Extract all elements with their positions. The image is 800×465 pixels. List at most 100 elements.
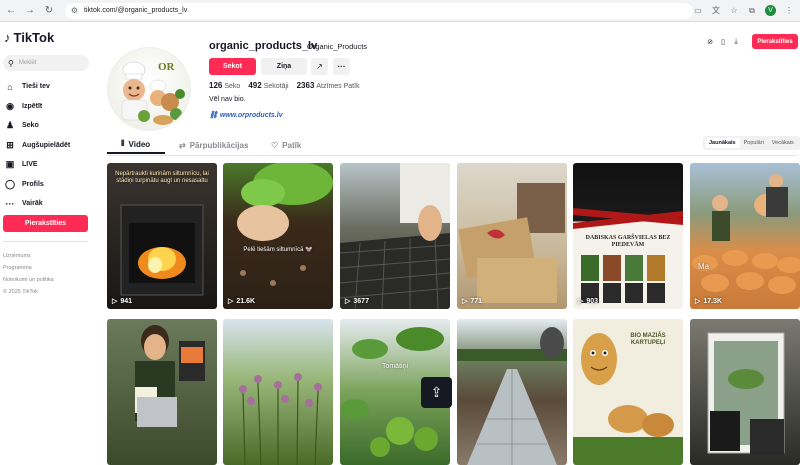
sidebar-item-label: Seko [22, 122, 39, 130]
address-bar[interactable]: ⚙ tiktok.com/@organic_products_lv [64, 2, 693, 19]
back-icon[interactable]: ← [3, 3, 19, 19]
coins-icon[interactable]: ⊘ [706, 38, 714, 46]
tab-videos[interactable]: ⦀ Video [107, 136, 165, 154]
sidebar-nav: ⌂ Tieši tev ◉ Izpētīt ♟ Seko ⊞ Augšupielādēt… [4, 77, 70, 214]
profile-more-button[interactable]: ··· [333, 58, 350, 75]
share-profile-button[interactable]: ↗ [311, 58, 328, 75]
browser-menu-icon[interactable]: ⋮ [784, 6, 794, 15]
tab-liked[interactable]: ♡ Patīk [261, 136, 321, 154]
explore-icon: ◉ [6, 100, 14, 111]
tab-label: Patīk [282, 140, 302, 150]
video-thumbnail [135, 325, 205, 427]
sort-selector: Jaunākais Populāri Vecākais [703, 136, 800, 150]
stat-value: 126 [209, 81, 223, 90]
sidebar-footer: Uzņēmums Programma Noteikumi un politika… [3, 250, 54, 298]
follow-button[interactable]: Sekot [209, 58, 256, 75]
sidebar-login-button[interactable]: Pierakstīties [3, 215, 88, 232]
footer-link-program[interactable]: Programma [3, 262, 54, 274]
bookmark-star-icon[interactable]: ☆ [729, 6, 739, 15]
view-count: ▷ 941 [112, 297, 132, 306]
video-tile[interactable] [107, 319, 217, 465]
sidebar-item-more[interactable]: ··· Vairāk [4, 194, 70, 214]
sidebar-item-label: Izpētīt [22, 102, 43, 110]
sidebar-item-label: LIVE [22, 161, 38, 169]
chef-logo-image: OR [121, 61, 185, 125]
live-icon: ▣ [5, 159, 15, 170]
site-info-icon[interactable]: ⚙ [71, 6, 78, 15]
video-tile[interactable]: Nepārtraukti kurinām siltumnīcu, lai stā… [107, 163, 217, 309]
sidebar-item-live[interactable]: ▣ LIVE [4, 155, 70, 175]
forward-icon[interactable]: → [22, 3, 38, 19]
profile-stats: 126 Seko 492 Sekotāji 2363 Atzīmes Patīk [209, 81, 360, 90]
tab-reposts[interactable]: ⇄ Pārpublikācijas [165, 136, 261, 154]
profile-website-link[interactable]: ⛓ www.orproducts.lv [209, 111, 283, 119]
video-tile[interactable]: Ma ▷ 17.3K [690, 163, 800, 309]
tiktok-logo[interactable]: ♪ TikTok [4, 30, 54, 45]
link-icon: ⛓ [209, 112, 218, 119]
sidebar: ♪ TikTok ⚲ Meklēt ⌂ Tieši tev ◉ Izpētīt ♟ S… [0, 22, 96, 428]
video-tile[interactable]: DABISKAS GARŠVIELAS BEZ PIEDEVĀM ▷ 903 [573, 163, 683, 309]
translate-icon[interactable]: 文 [711, 5, 721, 16]
browser-toolbar: ← → ↻ ⚙ tiktok.com/@organic_products_lv … [0, 0, 800, 22]
header-login-button[interactable]: Pierakstīties [752, 34, 798, 49]
sort-popular[interactable]: Populāri [740, 138, 768, 148]
stat-following[interactable]: 126 Seko [209, 81, 240, 90]
search-input[interactable]: ⚲ Meklēt [3, 55, 89, 71]
sidebar-item-for-you[interactable]: ⌂ Tieši tev [4, 77, 70, 97]
video-caption: Tomātiņi [381, 363, 409, 370]
app-download-icon: ⇪ [430, 384, 443, 400]
footer-copyright: © 2025 TikTok [3, 289, 38, 295]
sidebar-item-explore[interactable]: ◉ Izpētīt [4, 97, 70, 117]
video-tile[interactable]: BIO MAZIĀS KARTUPEĻI [573, 319, 683, 465]
video-tile[interactable] [457, 319, 567, 465]
video-tile[interactable] [223, 319, 333, 465]
tiktok-note-icon: ♪ [4, 30, 11, 45]
video-tile[interactable]: ▷ 771 [457, 163, 567, 309]
logo-text: TikTok [13, 30, 55, 45]
play-icon: ▷ [112, 298, 118, 305]
get-app-button[interactable]: ⇪ [421, 377, 452, 408]
repost-icon: ⇄ [179, 140, 186, 150]
reload-icon[interactable]: ↻ [41, 3, 57, 19]
play-icon: ▷ [462, 298, 468, 305]
browser-profile-avatar[interactable]: V [765, 5, 776, 16]
view-count-value: 903 [586, 297, 599, 305]
sidebar-item-upload[interactable]: ⊞ Augšupielādēt [4, 136, 70, 156]
tabs-divider [107, 155, 797, 156]
video-caption: Nepārtraukti kurinām siltumnīcu, lai stā… [115, 171, 209, 184]
profile-icon: ◯ [4, 178, 16, 189]
view-count-value: 771 [470, 297, 483, 305]
more-horizontal-icon: ··· [337, 62, 346, 71]
stat-followers[interactable]: 492 Sekotāji [248, 81, 288, 90]
home-icon: ⌂ [7, 81, 13, 92]
video-tile[interactable]: ▷ 3677 [340, 163, 450, 309]
sidebar-divider [3, 241, 88, 242]
download-icon[interactable]: ⤓ [732, 38, 740, 46]
sidebar-item-profile[interactable]: ◯ Profils [4, 175, 70, 195]
stat-value: 492 [248, 81, 262, 90]
sidebar-item-following[interactable]: ♟ Seko [4, 116, 70, 136]
stat-value: 2363 [296, 81, 315, 90]
view-count: ▷ 21.6K [228, 297, 255, 306]
video-thumbnail [340, 163, 450, 309]
share-icon: ↗ [316, 62, 323, 71]
sort-oldest[interactable]: Vecākais [768, 138, 798, 148]
video-tile[interactable] [690, 319, 800, 465]
following-icon: ♟ [5, 120, 15, 131]
profile-username: organic_products_lv [209, 40, 318, 52]
screen-icon[interactable]: ▭ [693, 6, 703, 15]
sort-latest[interactable]: Jaunākais [705, 138, 740, 148]
sidebar-item-label: Augšupielādēt [22, 141, 71, 149]
stat-label: Sekotāji [263, 83, 289, 90]
footer-link-company[interactable]: Uzņēmums [3, 250, 54, 262]
extensions-icon[interactable]: ⧉ [747, 6, 757, 16]
sidebar-item-label: Vairāk [22, 200, 43, 208]
video-thumbnail [692, 174, 800, 294]
profile-nickname: Organic_Products [307, 42, 368, 51]
play-icon: ▷ [695, 298, 701, 305]
message-button[interactable]: Ziņa [261, 58, 307, 75]
video-caption: Pelē tiešām siltumnīcā 🐭 [243, 247, 313, 253]
video-tile[interactable]: Pelē tiešām siltumnīcā 🐭 ▷ 21.6K [223, 163, 333, 309]
device-icon[interactable]: ▯ [719, 38, 727, 46]
footer-link-terms[interactable]: Noteikumi un politika [3, 274, 54, 286]
